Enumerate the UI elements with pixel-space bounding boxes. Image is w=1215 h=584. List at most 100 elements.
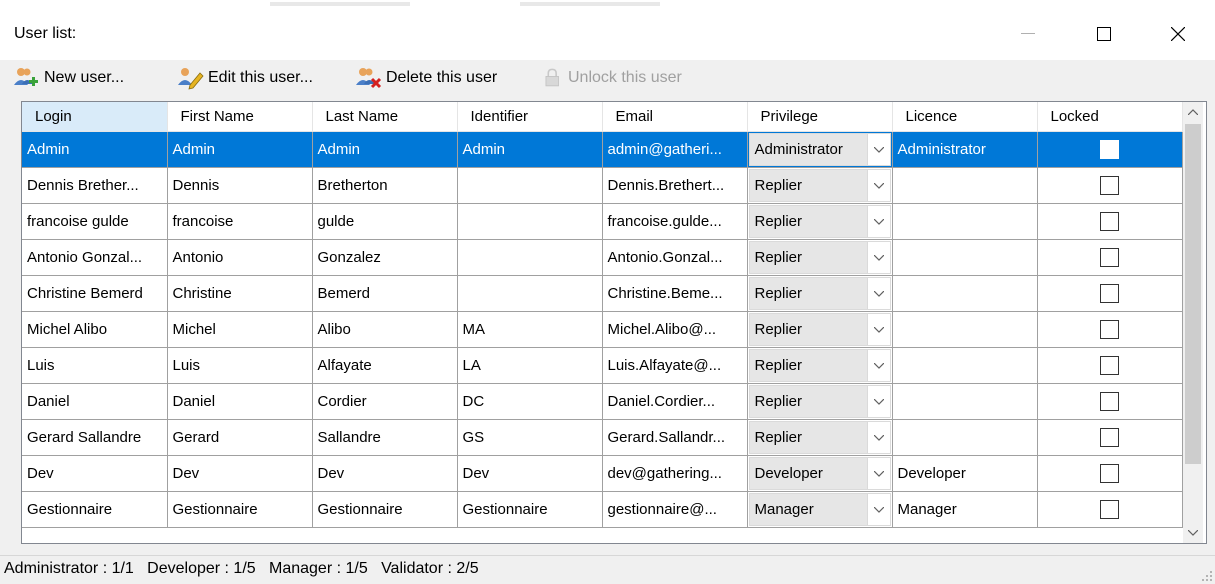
locked-checkbox[interactable] [1100,428,1119,447]
cell-email[interactable]: Luis.Alfayate@... [602,347,748,384]
column-header-login[interactable]: Login [22,102,168,132]
privilege-dropdown[interactable]: Replier [748,241,891,274]
scroll-down-button[interactable] [1183,523,1203,543]
dropdown-arrow[interactable] [866,206,890,237]
column-header-identifier[interactable]: Identifier [457,102,603,132]
cell-login[interactable]: Gerard Sallandre [22,419,168,456]
minimize-button[interactable] [995,14,1061,54]
cell-login[interactable]: Luis [22,347,168,384]
locked-checkbox[interactable] [1100,392,1119,411]
cell-identifier[interactable]: MA [457,311,603,348]
cell-first[interactable]: Gestionnaire [167,491,313,528]
delete-user-button[interactable]: Delete this user [354,64,497,92]
locked-checkbox[interactable] [1100,320,1119,339]
column-header-privilege[interactable]: Privilege [747,102,893,132]
cell-last[interactable]: gulde [312,203,458,240]
locked-checkbox[interactable] [1100,464,1119,483]
privilege-dropdown[interactable]: Manager [748,493,891,526]
table-row[interactable]: Antonio Gonzal... Antonio Gonzalez Antonio.… [22,239,1183,276]
new-user-button[interactable]: New user... [12,64,124,92]
table-row[interactable]: Christine Bemerd Christine Bemerd Christine… [22,275,1183,312]
table-row[interactable]: francoise gulde francoise gulde francoise.g… [22,203,1183,240]
cell-login[interactable]: Christine Bemerd [22,275,168,312]
dropdown-arrow[interactable] [866,350,890,381]
column-header-locked[interactable]: Locked [1037,102,1183,132]
cell-licence[interactable] [892,239,1038,276]
column-header-first-name[interactable]: First Name [167,102,313,132]
cell-email[interactable]: francoise.gulde... [602,203,748,240]
cell-login[interactable]: francoise gulde [22,203,168,240]
privilege-dropdown[interactable]: Replier [748,313,891,346]
privilege-dropdown[interactable]: Replier [748,169,891,202]
locked-checkbox[interactable] [1100,176,1119,195]
privilege-dropdown[interactable]: Replier [748,421,891,454]
cell-last[interactable]: Gonzalez [312,239,458,276]
table-row[interactable]: Daniel Daniel Cordier DC Daniel.Cordier... Re… [22,383,1183,420]
cell-first[interactable]: Dennis [167,167,313,204]
table-row[interactable]: Michel Alibo Michel Alibo MA Michel.Alibo@..… [22,311,1183,348]
cell-licence[interactable] [892,167,1038,204]
cell-login[interactable]: Dev [22,455,168,492]
dropdown-arrow[interactable] [866,134,890,165]
locked-checkbox[interactable] [1100,212,1119,231]
locked-checkbox[interactable] [1100,140,1119,159]
cell-identifier[interactable]: Dev [457,455,603,492]
table-row[interactable]: Luis Luis Alfayate LA Luis.Alfayate@... Repli… [22,347,1183,384]
cell-licence[interactable]: Manager [892,491,1038,528]
dropdown-arrow[interactable] [866,422,890,453]
privilege-dropdown[interactable]: Replier [748,205,891,238]
cell-login[interactable]: Michel Alibo [22,311,168,348]
cell-identifier[interactable] [457,203,603,240]
cell-last[interactable]: Alfayate [312,347,458,384]
cell-first[interactable]: francoise [167,203,313,240]
cell-licence[interactable] [892,419,1038,456]
dropdown-arrow[interactable] [866,494,890,525]
dropdown-arrow[interactable] [866,278,890,309]
cell-first[interactable]: Gerard [167,419,313,456]
cell-identifier[interactable]: GS [457,419,603,456]
locked-checkbox[interactable] [1100,500,1119,519]
cell-identifier[interactable] [457,239,603,276]
dropdown-arrow[interactable] [866,458,890,489]
dropdown-arrow[interactable] [866,242,890,273]
table-row[interactable]: Dennis Brether... Dennis Bretherton Dennis.… [22,167,1183,204]
cell-first[interactable]: Dev [167,455,313,492]
column-header-licence[interactable]: Licence [892,102,1038,132]
cell-licence[interactable] [892,383,1038,420]
edit-user-button[interactable]: Edit this user... [176,64,313,92]
cell-login[interactable]: Antonio Gonzal... [22,239,168,276]
cell-identifier[interactable]: Admin [457,131,603,168]
dropdown-arrow[interactable] [866,386,890,417]
cell-identifier[interactable]: DC [457,383,603,420]
cell-licence[interactable] [892,203,1038,240]
maximize-button[interactable] [1071,14,1137,54]
column-header-last-name[interactable]: Last Name [312,102,458,132]
cell-email[interactable]: Antonio.Gonzal... [602,239,748,276]
table-row[interactable]: Gerard Sallandre Gerard Sallandre GS Gerard.… [22,419,1183,456]
privilege-dropdown[interactable]: Replier [748,349,891,382]
cell-last[interactable]: Cordier [312,383,458,420]
vertical-scrollbar[interactable] [1183,102,1203,543]
scroll-up-button[interactable] [1183,102,1203,122]
locked-checkbox[interactable] [1100,356,1119,375]
cell-email[interactable]: Christine.Beme... [602,275,748,312]
privilege-dropdown[interactable]: Developer [748,457,891,490]
table-row[interactable]: Dev Dev Dev Dev dev@gathering... Developer Dev… [22,455,1183,492]
cell-first[interactable]: Michel [167,311,313,348]
dropdown-arrow[interactable] [866,314,890,345]
user-grid[interactable]: Login First Name Last Name Identifier Email P… [21,101,1207,544]
cell-email[interactable]: Daniel.Cordier... [602,383,748,420]
cell-first[interactable]: Christine [167,275,313,312]
cell-last[interactable]: Admin [312,131,458,168]
cell-last[interactable]: Dev [312,455,458,492]
cell-licence[interactable] [892,347,1038,384]
cell-login[interactable]: Dennis Brether... [22,167,168,204]
cell-identifier[interactable]: LA [457,347,603,384]
cell-first[interactable]: Admin [167,131,313,168]
cell-identifier[interactable]: Gestionnaire [457,491,603,528]
cell-first[interactable]: Antonio [167,239,313,276]
privilege-dropdown[interactable]: Administrator [748,133,891,166]
cell-identifier[interactable] [457,167,603,204]
cell-licence[interactable]: Developer [892,455,1038,492]
cell-licence[interactable]: Administrator [892,131,1038,168]
